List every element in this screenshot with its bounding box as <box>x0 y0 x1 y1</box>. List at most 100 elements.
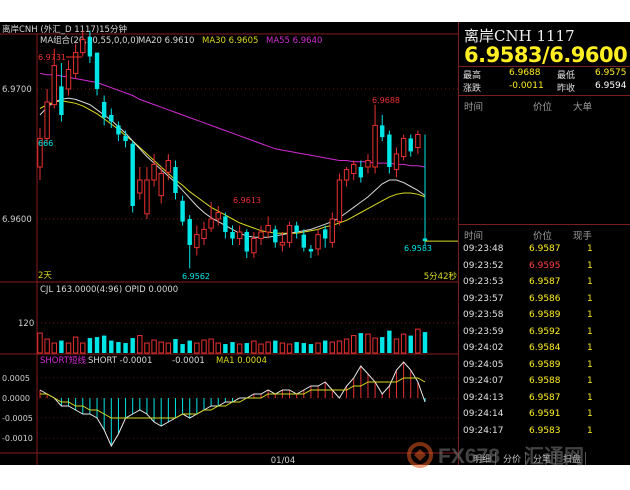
candle[interactable] <box>173 167 178 193</box>
volume-bar <box>194 342 200 354</box>
candle[interactable] <box>329 218 336 243</box>
annotation-high: 6.9731 <box>38 53 66 62</box>
candle[interactable] <box>123 135 128 141</box>
trade-volume: 1 <box>587 425 593 436</box>
candle[interactable] <box>130 143 135 206</box>
trade-price: 6.9588 <box>529 376 561 386</box>
candle[interactable] <box>380 125 385 138</box>
trade-row[interactable]: 09:24:17 6.9583 1 <box>459 423 630 440</box>
trade-list[interactable]: 09:23:48 6.9587 1 09:23:52 6.9595 1 09:23:53 6.… <box>459 241 630 439</box>
annotation-6-9613: 6.9613 <box>233 196 261 205</box>
candle[interactable] <box>286 225 293 243</box>
candle[interactable] <box>230 232 235 239</box>
candle[interactable] <box>279 241 286 246</box>
candle[interactable] <box>365 160 371 168</box>
stat-value: 6.9688 <box>509 68 541 78</box>
candle[interactable] <box>51 65 57 106</box>
volume-bar <box>123 343 128 353</box>
ma55-label: MA55 6.9640 <box>266 36 322 46</box>
candle[interactable] <box>94 52 100 89</box>
trade-row[interactable]: 09:23:57 6.9586 1 <box>459 291 630 308</box>
trade-row[interactable]: 09:23:58 6.9589 1 <box>459 307 630 324</box>
candle[interactable] <box>194 234 200 249</box>
chart-header: 离岸CNH (外汇_D 1117)15分钟 <box>2 24 127 35</box>
trade-row[interactable]: 09:24:13 6.9587 1 <box>459 390 630 407</box>
candle[interactable] <box>387 134 392 168</box>
candle[interactable] <box>165 160 172 173</box>
trade-price: 6.9583 <box>529 425 561 436</box>
candle[interactable] <box>358 167 364 178</box>
trade-row[interactable]: 09:24:14 6.9591 1 <box>459 406 630 423</box>
trade-price: 6.9587 <box>529 244 561 254</box>
divider <box>459 95 630 96</box>
candle[interactable] <box>116 125 121 135</box>
candle[interactable] <box>72 52 79 74</box>
candle[interactable] <box>215 212 221 220</box>
candle[interactable] <box>393 153 400 171</box>
candle[interactable] <box>265 225 271 233</box>
candle[interactable] <box>400 137 407 158</box>
price-chart[interactable]: 离岸CNH (外汇_D 1117)15分钟MA组合(20,30,55,0,0,0… <box>0 22 458 465</box>
short-indicator-title: SHORT短线 <box>40 355 86 366</box>
trade-time: 09:23:48 <box>463 244 504 254</box>
candle[interactable] <box>223 216 228 232</box>
volume-bar <box>408 335 413 353</box>
candle[interactable] <box>294 225 299 233</box>
volume-bar <box>137 335 143 354</box>
candle[interactable] <box>144 179 150 215</box>
candle[interactable] <box>109 115 114 122</box>
volume-bar <box>365 333 371 354</box>
volume-bar <box>130 338 135 353</box>
trade-row[interactable]: 09:23:53 6.9587 1 <box>459 274 630 291</box>
volume-bar <box>44 338 50 354</box>
candle[interactable] <box>415 134 421 148</box>
header-price: 价位 <box>533 102 553 113</box>
candle[interactable] <box>59 86 64 115</box>
candle[interactable] <box>80 39 86 54</box>
candle[interactable] <box>187 219 192 245</box>
candle[interactable] <box>343 169 350 181</box>
candle[interactable] <box>201 228 207 239</box>
trade-volume: 1 <box>587 409 593 419</box>
quote-price: 6.9583/6.9600 <box>464 43 628 67</box>
candle[interactable] <box>180 200 185 222</box>
candle[interactable] <box>315 234 321 250</box>
candle[interactable] <box>137 179 143 194</box>
candle[interactable] <box>350 163 357 174</box>
trade-price: 6.9584 <box>529 343 561 353</box>
volume-bar <box>37 332 43 354</box>
candle[interactable] <box>322 229 328 239</box>
trade-row[interactable]: 09:24:02 6.9584 1 <box>459 340 630 357</box>
candle[interactable] <box>372 124 378 168</box>
candle[interactable] <box>87 37 93 57</box>
candle[interactable] <box>101 102 107 118</box>
header-big-order: 大单 <box>573 102 593 113</box>
candle[interactable] <box>151 163 157 181</box>
candle[interactable] <box>258 231 264 239</box>
trade-time: 09:23:52 <box>463 260 504 271</box>
candle[interactable] <box>336 179 343 223</box>
candle[interactable] <box>244 232 249 252</box>
trade-row[interactable]: 09:24:05 6.9589 1 <box>459 357 630 374</box>
candle[interactable] <box>308 248 314 252</box>
volume-bar <box>358 333 364 353</box>
stat-row: 涨跌 -0.0011 昨收 6.9594 <box>459 80 630 94</box>
candle[interactable] <box>236 231 243 239</box>
volume-bar <box>400 333 407 354</box>
volume-bar <box>158 341 164 354</box>
trade-row[interactable]: 09:24:07 6.9588 1 <box>459 373 630 390</box>
candle[interactable] <box>251 238 257 254</box>
trade-time: 09:24:14 <box>463 409 504 419</box>
candle[interactable] <box>65 69 72 90</box>
candle[interactable] <box>301 234 307 248</box>
trade-time: 09:23:59 <box>463 326 504 337</box>
x-axis-date-label: 01/04 <box>271 456 296 465</box>
trade-row[interactable]: 09:23:48 6.9587 1 <box>459 241 630 258</box>
trade-row[interactable]: 09:23:52 6.9595 1 <box>459 258 630 275</box>
candle[interactable] <box>273 229 278 243</box>
candle[interactable] <box>158 173 164 197</box>
candle[interactable] <box>44 101 50 139</box>
candle[interactable] <box>208 218 214 229</box>
trade-row[interactable]: 09:23:59 6.9592 1 <box>459 324 630 341</box>
candle[interactable] <box>408 138 413 152</box>
